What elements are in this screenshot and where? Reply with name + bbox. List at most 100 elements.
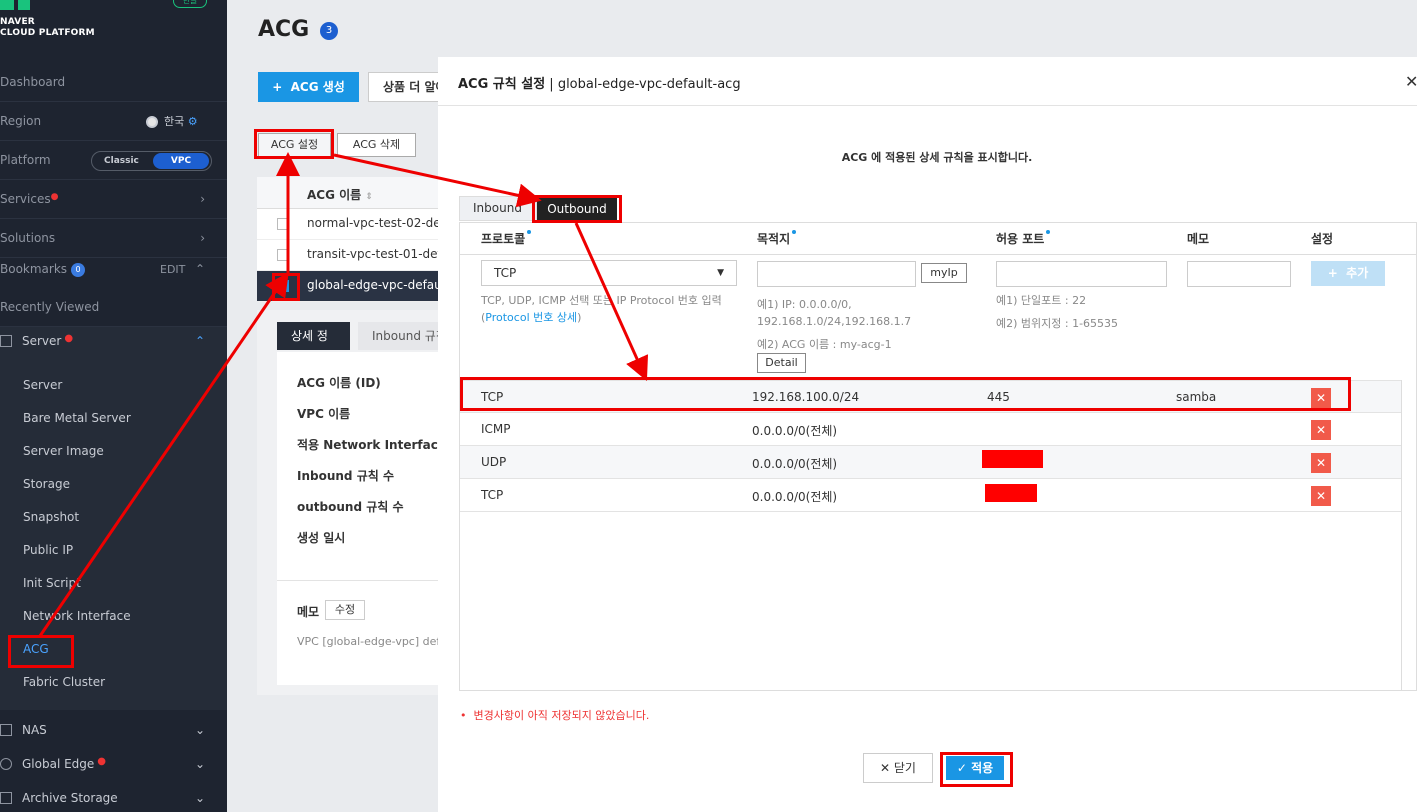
rule-row[interactable]: ICMP 0.0.0.0/0(전체) ✕ [460,413,1401,446]
sidebar-item-server[interactable]: Server [23,377,62,393]
redaction-block [982,450,1043,468]
sidebar-item-services[interactable]: Services● › [0,180,227,219]
destination-input[interactable] [757,261,916,287]
region-value[interactable]: 한국 ⚙ [146,102,198,141]
sidebar-section-global-edge[interactable]: Global Edge ● ⌄ [0,750,227,778]
platform-toggle[interactable]: Classic VPC [91,151,212,171]
acg-delete-button[interactable]: ACG 삭제 [337,133,416,157]
chevron-up-icon[interactable]: ⌃ [195,250,205,289]
logo-text: NAVER CLOUD PLATFORM [0,17,95,38]
row-checkbox[interactable] [277,218,289,230]
sidebar-item-network-interface[interactable]: Network Interface [23,608,131,624]
memo-label: 메모 [297,605,320,619]
modal-description: ACG 에 적용된 상세 규칙을 표시합니다. [841,151,1033,164]
divider [277,580,447,581]
chevron-up-icon: ⌃ [194,334,205,348]
unsaved-warning: • 변경사항이 아직 저장되지 않았습니다. [460,709,650,722]
annotation-highlight-apply [940,752,1013,787]
close-button[interactable]: ✕ 닫기 [863,753,933,783]
globe-icon [0,758,12,770]
protocol-select[interactable]: TCP ▼ [481,260,737,286]
sidebar-platform: Platform Classic VPC [0,141,227,180]
delete-rule-button[interactable]: ✕ [1311,486,1331,506]
port-hint: 예1) 단일포트 : 22 예2) 범위지정 : 1-65535 [996,294,1119,330]
detail-label: outbound 규칙 수 [297,500,404,514]
rule-row[interactable]: TCP 0.0.0.0/0(전체) ✕ [460,479,1401,512]
logo-mark-icon [0,0,14,10]
acg-list-header[interactable]: ACG 이름 ⇕ [257,177,447,209]
sort-icon[interactable]: ⇕ [365,192,373,202]
tab-detail-info[interactable]: 상세 정보 [277,322,350,371]
delete-rule-button[interactable]: ✕ [1311,453,1331,473]
annotation-highlight-checkbox [272,273,300,301]
sidebar-bookmarks[interactable]: Bookmarks 0 EDIT ⌃ [0,250,227,289]
chevron-down-icon: ⌄ [194,723,205,737]
sidebar-section-archive-storage[interactable]: Archive Storage ⌄ [0,784,227,812]
acg-count-badge: 3 [320,22,338,40]
sidebar-recently-viewed[interactable]: Recently Viewed [0,288,227,327]
sidebar-item-fabric-cluster[interactable]: Fabric Cluster [23,674,105,690]
new-dot-icon: ● [97,756,107,767]
sidebar: NAVER CLOUD PLATFORM 한글 Dashboard Region… [0,0,227,812]
plus-icon: + [1327,266,1338,280]
product-more-button[interactable]: 상품 더 알아 [368,72,448,102]
archive-icon [0,792,12,804]
sidebar-region[interactable]: Region 한국 ⚙ [0,102,227,141]
korea-flag-icon [146,116,158,128]
column-destination: 목적지 [757,230,797,247]
sidebar-item-dashboard[interactable]: Dashboard [0,63,227,102]
divider [460,254,1416,255]
create-acg-button[interactable]: + ACG 생성 [258,72,359,102]
tab-inbound[interactable]: Inbound [459,196,537,221]
sidebar-item-server-image[interactable]: Server Image [23,443,104,459]
close-icon[interactable]: ✕ [1405,72,1417,91]
protocol-detail-link[interactable]: Protocol 번호 상세 [485,311,577,324]
gear-icon[interactable]: ⚙ [188,115,198,128]
port-input[interactable] [996,261,1167,287]
table-scrollbar[interactable] [1401,380,1402,691]
sidebar-section-server[interactable]: Server ● ⌃ [0,327,227,355]
memo-input[interactable] [1187,261,1291,287]
modal-title: ACG 규칙 설정 | global-edge-vpc-default-acg [458,77,741,92]
logo-mark-icon [18,0,30,10]
chevron-down-icon: ⌄ [194,757,205,771]
tab-inbound-rules[interactable]: Inbound 규칙 [358,322,448,350]
sidebar-item-public-ip[interactable]: Public IP [23,542,73,558]
annotation-highlight-acg-menu [8,635,74,668]
new-dot-icon: ● [50,192,59,202]
sidebar-item-snapshot[interactable]: Snapshot [23,509,79,525]
close-icon: ✕ [880,761,891,775]
sidebar-item-storage[interactable]: Storage [23,476,70,492]
bookmark-count-badge: 0 [71,262,86,277]
column-port: 허용 포트 [996,230,1051,247]
bookmarks-edit-link[interactable]: EDIT [160,250,185,289]
annotation-highlight-rule-row [460,377,1351,411]
sidebar-item-bare-metal-server[interactable]: Bare Metal Server [23,410,131,426]
memo-edit-button[interactable]: 수정 [325,600,365,620]
sidebar-section-nas[interactable]: NAS ⌄ [0,716,227,744]
brand-logo[interactable]: NAVER CLOUD PLATFORM 한글 [0,0,227,62]
rule-table: 프로토콜 목적지 허용 포트 메모 설정 TCP ▼ myIp + 추가 TCP,… [459,222,1417,691]
detail-label: 적용 Network Interface 수 [297,438,462,452]
language-badge[interactable]: 한글 [173,0,207,8]
modal-header: ACG 규칙 설정 | global-edge-vpc-default-acg … [438,57,1417,106]
required-dot-icon [527,230,532,234]
warning-dot-icon: • [460,709,467,722]
delete-rule-button[interactable]: ✕ [1311,420,1331,440]
acg-rule-modal: ACG 규칙 설정 | global-edge-vpc-default-acg … [438,57,1417,812]
rule-row[interactable]: UDP 0.0.0.0/0(전체) ✕ [460,446,1401,479]
page-title: ACG [258,17,310,42]
nas-icon [0,724,12,736]
acg-row[interactable]: transit-vpc-test-01-defau [257,240,457,271]
required-dot-icon [1046,230,1051,234]
new-dot-icon: ● [64,333,74,344]
required-dot-icon [792,230,797,234]
acg-row[interactable]: normal-vpc-test-02-defau [257,209,460,240]
memo-text: VPC [global-edge-vpc] defa [297,635,448,648]
myip-button[interactable]: myIp [921,263,967,283]
detail-button[interactable]: Detail [757,353,806,373]
column-memo: 메모 [1187,232,1210,246]
sidebar-item-init-script[interactable]: Init Script [23,575,81,591]
row-checkbox[interactable] [277,249,289,261]
add-rule-button[interactable]: + 추가 [1311,261,1385,286]
